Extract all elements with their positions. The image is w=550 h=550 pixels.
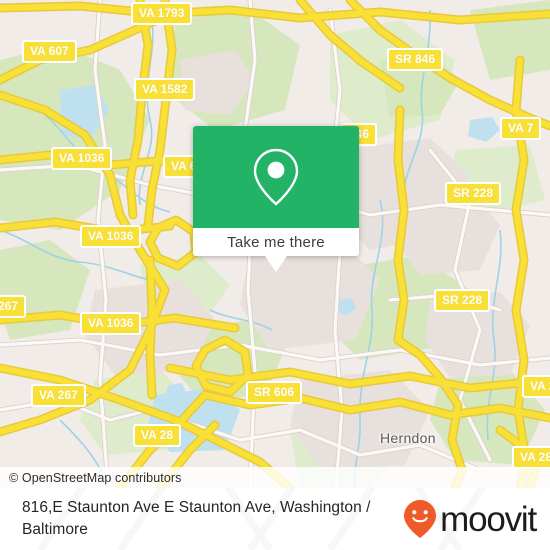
road-shield: VA 1036 [80, 225, 142, 248]
address-label: 816,E Staunton Ave E Staunton Ave, Washi… [22, 499, 371, 538]
road-shield: VA 1036 [51, 147, 113, 170]
road-shield: VA 7 [500, 117, 542, 140]
road-shield: SR 228 [445, 182, 502, 205]
moovit-smiley-pin-icon [404, 500, 437, 538]
popup-header [193, 126, 359, 228]
road-shield: SR 228 [434, 289, 491, 312]
road-shield: VA 1793 [131, 2, 193, 25]
road-shield: SR 606 [246, 381, 303, 404]
map-share-card: .land{fill:#f2ece9} .green{fill:#d7e7bd}… [0, 0, 550, 550]
popup-tail [265, 256, 287, 272]
road-shield: SR 846 [387, 48, 444, 71]
map-attribution-bar: © OpenStreetMap contributors [0, 467, 550, 488]
take-me-there-label: Take me there [227, 233, 325, 251]
road-shield: VA 1582 [134, 78, 196, 101]
take-me-there-button[interactable]: Take me there [193, 228, 359, 256]
road-shield: VA 607 [22, 40, 77, 63]
road-shield: VA 286 [512, 446, 550, 469]
road-shield: VA 28 [133, 424, 182, 447]
road-shield: VA 267 [31, 384, 86, 407]
map-viewport[interactable]: .land{fill:#f2ece9} .green{fill:#d7e7bd}… [0, 0, 550, 488]
location-pin-icon [253, 148, 299, 206]
road-shield: VA 1036 [80, 312, 142, 335]
osm-attribution-text: © OpenStreetMap contributors [9, 470, 182, 485]
road-shield: 267 [0, 295, 27, 318]
moovit-wordmark: moovit [440, 499, 537, 539]
road-shield: VA 2 [522, 375, 550, 398]
place-label: Herndon [380, 430, 436, 446]
destination-popup[interactable]: Take me there [193, 126, 359, 256]
card-footer: 816,E Staunton Ave E Staunton Ave, Washi… [0, 488, 550, 550]
moovit-logo[interactable]: moovit [403, 499, 537, 539]
